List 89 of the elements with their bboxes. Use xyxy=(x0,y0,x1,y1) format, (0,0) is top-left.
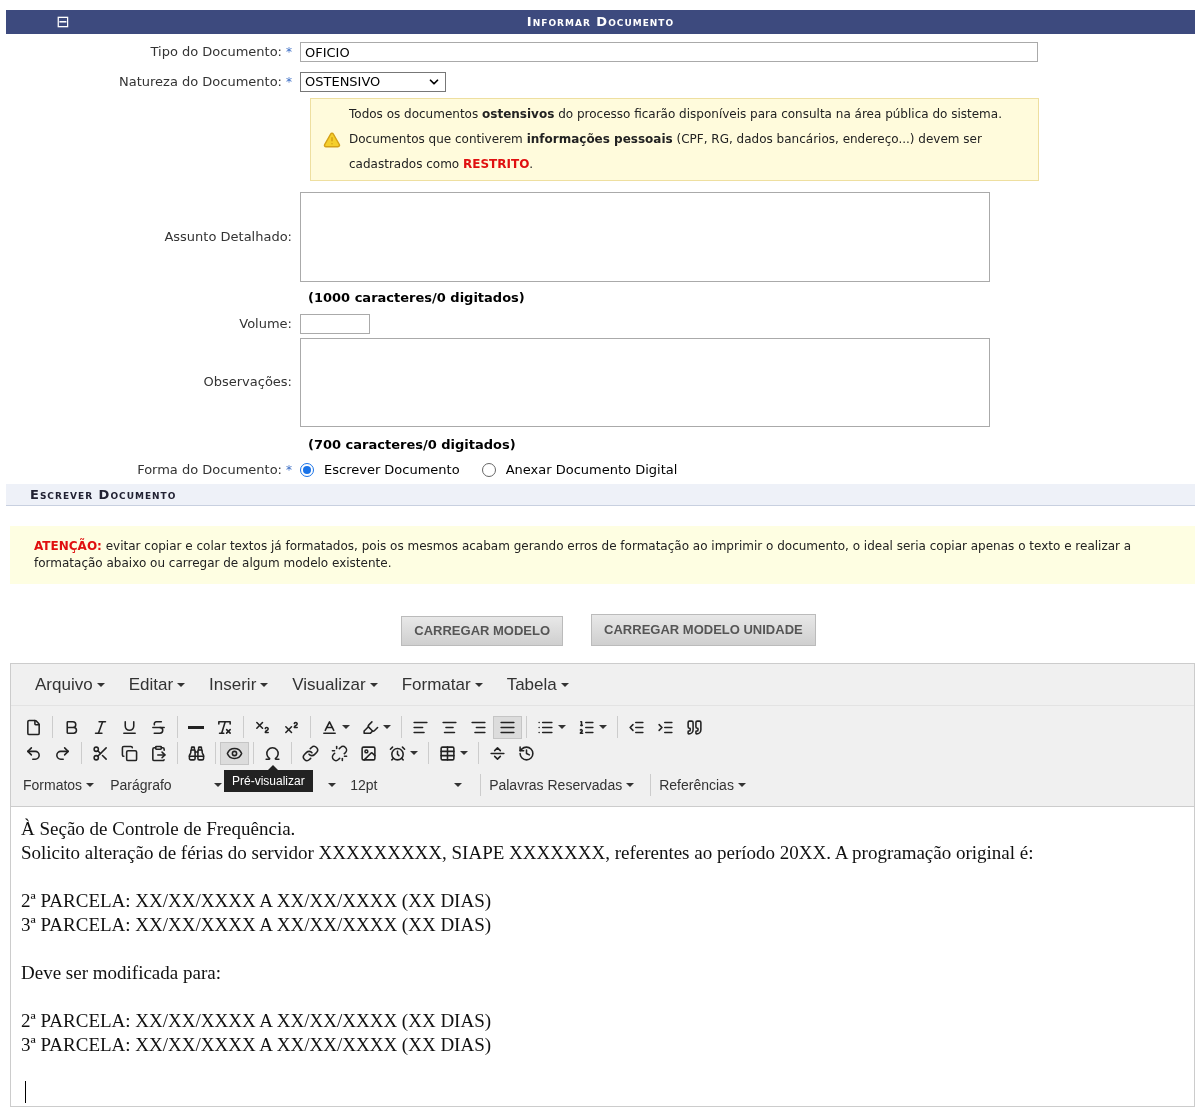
caret-icon xyxy=(342,725,350,729)
menu-item[interactable]: Arquivo xyxy=(25,671,115,698)
caret-icon xyxy=(474,682,483,687)
notice-text: cadastrados como RESTRITO. xyxy=(349,156,535,173)
caret-icon xyxy=(558,725,566,729)
unlink-icon xyxy=(331,744,348,762)
menu-item[interactable]: Formatar xyxy=(391,671,493,698)
notice-text: Todos os documentos ostensivos do processo ficarão disponíveis para consulta na área pública do sistema. xyxy=(349,106,1002,123)
format-menu[interactable]: Palavras Reservadas xyxy=(485,774,639,796)
document-text: 2ª PARCELA: XX/XX/XXXX A XX/XX/XXXX (XX DIAS) xyxy=(21,889,493,913)
caret-icon xyxy=(96,682,105,687)
caret-icon xyxy=(599,725,607,729)
link-icon xyxy=(302,744,319,762)
binoculars-icon xyxy=(188,744,205,762)
image-icon xyxy=(360,744,377,762)
omega-icon xyxy=(264,744,281,762)
char-counter: (1000 caracteres/0 digitados) xyxy=(308,289,526,307)
caret-icon xyxy=(369,682,378,687)
caret-icon xyxy=(177,682,186,687)
highlight-icon xyxy=(362,718,379,736)
volume-field[interactable] xyxy=(300,313,370,334)
caret-icon xyxy=(410,751,418,755)
collapse-icon[interactable]: ⊟ xyxy=(56,10,70,34)
toolbar-button[interactable] xyxy=(220,741,249,765)
new-document-icon xyxy=(25,718,42,736)
toolbar-button[interactable] xyxy=(493,715,522,739)
field-label: Assunto Detalhado: xyxy=(164,228,292,247)
page-break-icon xyxy=(489,744,506,762)
radio-label: Anexar Documento Digital xyxy=(505,461,678,480)
text-color-icon xyxy=(321,718,338,736)
redo-icon xyxy=(54,744,71,762)
numbered-list-icon xyxy=(578,718,595,736)
caret-icon xyxy=(86,783,95,787)
warning-icon xyxy=(323,130,341,149)
select-field[interactable]: OSTENSIVO xyxy=(300,72,446,92)
underline-icon xyxy=(121,718,138,736)
tooltip: Pré-visualizar xyxy=(224,765,313,792)
editor-content[interactable] xyxy=(11,806,1194,1106)
required-mark: * xyxy=(286,44,292,61)
menu-item[interactable]: Tabela xyxy=(496,671,579,698)
caret-icon xyxy=(626,783,635,787)
field-label: Natureza do Documento: xyxy=(118,73,282,92)
caret-icon xyxy=(560,682,569,687)
clear-formatting-icon xyxy=(216,718,233,736)
cut-icon xyxy=(92,744,109,762)
document-text: 3ª PARCELA: XX/XX/XXXX A XX/XX/XXXX (XX DIAS) xyxy=(21,913,493,937)
document-text: 3ª PARCELA: XX/XX/XXXX A XX/XX/XXXX (XX DIAS) xyxy=(21,1033,493,1057)
format-menu[interactable]: Formatos xyxy=(19,774,99,796)
clock-icon xyxy=(389,744,406,762)
required-mark: * xyxy=(286,74,292,91)
caret-icon xyxy=(260,682,269,687)
notice-text: Documentos que contiverem informações pessoais (CPF, RG, dados bancários, endereço...) devem ser xyxy=(349,131,983,148)
load-template-button[interactable]: CARREGAR MODELO xyxy=(401,616,564,646)
format-select[interactable]: 12pt xyxy=(346,774,467,796)
warning-text: ATENÇÃO: evitar copiar e colar textos já formatados, pois os mesmos acabam gerando erros de formatação ao imprimir o documento, o ideal seria copiar apenas o texto e realizar a formatação abaixo ou carregar de algum modelo existente. xyxy=(10,526,1195,584)
menu-item[interactable]: Editar xyxy=(118,671,196,698)
undo-icon xyxy=(25,744,42,762)
field-label: Forma do Documento: xyxy=(137,461,282,480)
table-icon xyxy=(439,744,456,762)
format-menu[interactable]: Referências xyxy=(655,774,750,796)
section-title: Informar Documento xyxy=(526,13,675,32)
document-text: 2ª PARCELA: XX/XX/XXXX A XX/XX/XXXX (XX DIAS) xyxy=(21,1009,493,1033)
bold-icon xyxy=(63,718,80,736)
required-mark: * xyxy=(286,462,292,479)
menu-item[interactable]: Visualizar xyxy=(282,671,388,698)
italic-icon xyxy=(92,718,109,736)
caret-icon xyxy=(737,783,746,787)
strikethrough-icon xyxy=(150,718,167,736)
document-text: Solicito alteração de férias do servidor XXXXXXXXX, SIAPE XXXXXXX, referentes ao período 20XX. A programação original é: xyxy=(21,841,1035,865)
text-field[interactable]: OFICIO xyxy=(300,42,1038,62)
radio-label: Escrever Documento xyxy=(324,461,460,480)
caret-icon xyxy=(328,783,337,787)
history-icon xyxy=(518,744,535,762)
document-text: À Seção de Controle de Frequência. xyxy=(21,817,297,841)
copy-icon xyxy=(121,744,138,762)
field-label: Observações: xyxy=(203,373,292,392)
field-label: Tipo do Documento: xyxy=(150,43,282,62)
char-counter: (700 caracteres/0 digitados) xyxy=(308,435,517,454)
quote-icon xyxy=(686,718,703,736)
section-title: Escrever Documento xyxy=(30,485,177,504)
paste-icon xyxy=(150,744,167,762)
caret-icon xyxy=(454,783,463,787)
document-text: Deve ser modificada para: xyxy=(21,961,222,985)
menu-item[interactable]: Inserir xyxy=(199,671,279,698)
text-cursor xyxy=(25,1081,26,1103)
load-template-button[interactable]: CARREGAR MODELO UNIDADE xyxy=(591,614,816,646)
caret-icon xyxy=(460,751,468,755)
field-label: Volume: xyxy=(239,314,292,333)
caret-icon xyxy=(383,725,391,729)
